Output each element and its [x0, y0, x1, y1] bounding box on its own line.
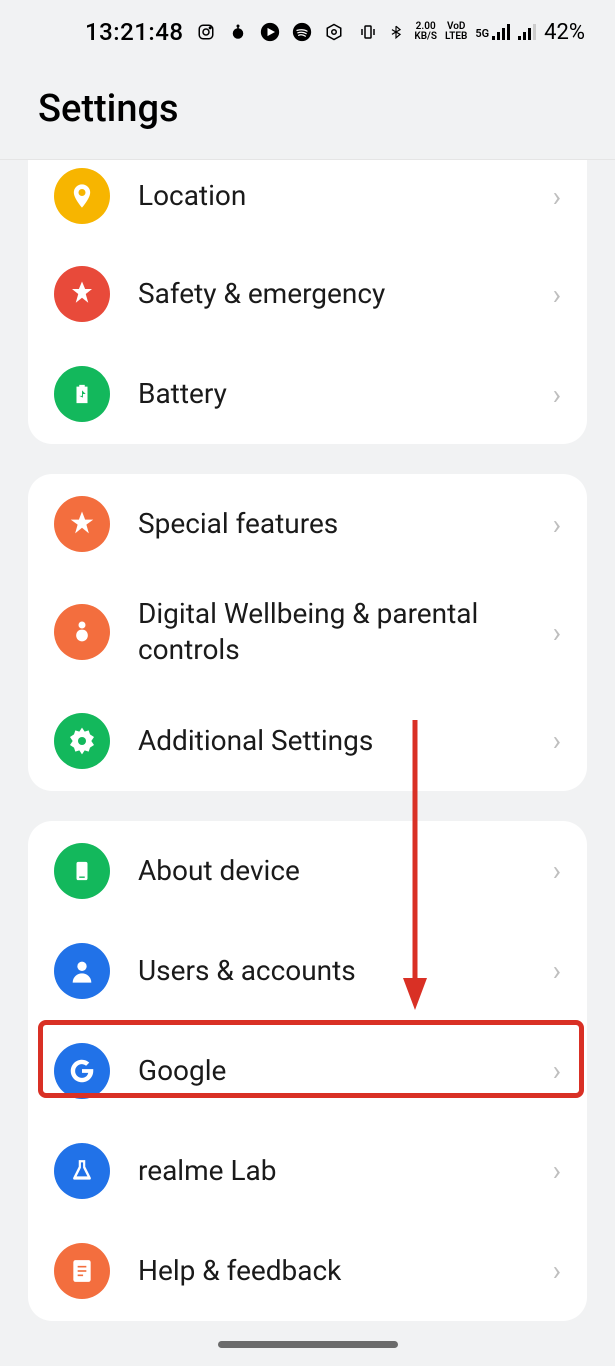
settings-group-1: Location › Safety & emergency › Battery …	[28, 160, 587, 444]
item-label: Safety & emergency	[138, 276, 553, 312]
chevron-right-icon: ›	[553, 1154, 561, 1187]
settings-item-special[interactable]: Special features ›	[28, 474, 587, 574]
battery-percentage: 42%	[544, 20, 585, 45]
item-label: About device	[138, 853, 553, 889]
page-title: Settings	[0, 62, 615, 160]
chevron-right-icon: ›	[553, 508, 561, 541]
item-label: Google	[138, 1053, 553, 1089]
bluetooth-icon	[386, 22, 406, 42]
lab-icon	[54, 1143, 110, 1199]
reddit-icon	[228, 22, 248, 42]
vibrate-icon	[358, 22, 378, 42]
settings-item-help[interactable]: Help & feedback ›	[28, 1221, 587, 1321]
chevron-right-icon: ›	[553, 1054, 561, 1087]
spotify-icon	[292, 22, 312, 42]
chevron-right-icon: ›	[553, 854, 561, 887]
star-icon	[54, 496, 110, 552]
settings-group-2: Special features › Digital Wellbeing & p…	[28, 474, 587, 791]
gear-star-icon	[54, 713, 110, 769]
help-icon	[54, 1243, 110, 1299]
item-label: realme Lab	[138, 1153, 553, 1189]
wellbeing-icon	[54, 604, 110, 660]
item-label: Special features	[138, 506, 553, 542]
item-label: Users & accounts	[138, 953, 553, 989]
chevron-right-icon: ›	[553, 1254, 561, 1287]
emergency-icon	[54, 266, 110, 322]
nav-handle[interactable]	[218, 1341, 398, 1348]
status-left: 13:21:48	[85, 18, 344, 46]
item-label: Digital Wellbeing & parental controls	[138, 596, 553, 669]
settings-group-3: About device › Users & accounts › Google…	[28, 821, 587, 1321]
item-label: Additional Settings	[138, 723, 553, 759]
chevron-right-icon: ›	[553, 180, 561, 213]
user-icon	[54, 943, 110, 999]
signal-icon	[518, 24, 536, 40]
settings-item-battery[interactable]: Battery ›	[28, 344, 587, 444]
device-icon	[54, 843, 110, 899]
settings-item-additional[interactable]: Additional Settings ›	[28, 691, 587, 791]
location-icon	[54, 168, 110, 224]
status-right: 2.00 KB/S VoD LTEB 5G 42%	[358, 20, 585, 45]
item-label: Location	[138, 178, 553, 214]
play-circle-icon	[260, 22, 280, 42]
chevron-right-icon: ›	[553, 724, 561, 757]
settings-list: Location › Safety & emergency › Battery …	[0, 160, 615, 1321]
status-bar: 13:21:48 2.00 KB/S VoD LTEB	[0, 0, 615, 62]
network-speed: 2.00 KB/S	[414, 22, 437, 42]
battery-icon	[54, 366, 110, 422]
instagram-icon	[196, 22, 216, 42]
chevron-right-icon: ›	[553, 378, 561, 411]
voice-indicator: VoD LTEB	[445, 22, 467, 42]
signal-5g: 5G	[475, 24, 510, 40]
hexagon-icon	[324, 22, 344, 42]
chevron-right-icon: ›	[553, 954, 561, 987]
item-label: Battery	[138, 376, 553, 412]
status-time: 13:21:48	[85, 18, 184, 46]
settings-item-safety[interactable]: Safety & emergency ›	[28, 244, 587, 344]
chevron-right-icon: ›	[553, 278, 561, 311]
settings-item-location[interactable]: Location ›	[28, 160, 587, 244]
item-label: Help & feedback	[138, 1253, 553, 1289]
settings-item-wellbeing[interactable]: Digital Wellbeing & parental controls ›	[28, 574, 587, 691]
settings-item-users[interactable]: Users & accounts ›	[28, 921, 587, 1021]
google-icon	[54, 1043, 110, 1099]
chevron-right-icon: ›	[553, 616, 561, 649]
settings-item-realmelab[interactable]: realme Lab ›	[28, 1121, 587, 1221]
settings-item-google[interactable]: Google ›	[28, 1021, 587, 1121]
settings-item-about[interactable]: About device ›	[28, 821, 587, 921]
